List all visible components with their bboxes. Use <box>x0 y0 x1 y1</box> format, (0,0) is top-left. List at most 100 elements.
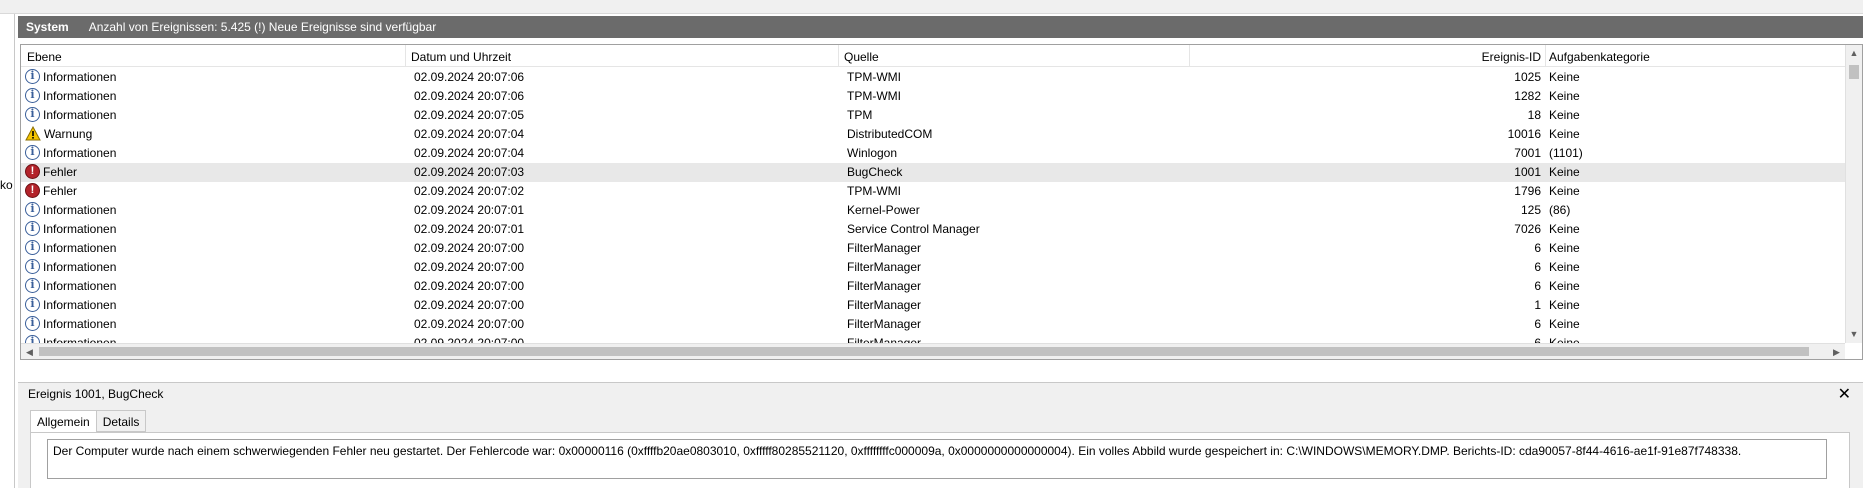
level-text: Informationen <box>43 145 117 160</box>
level-cell: ! Fehler <box>25 183 77 198</box>
level-text: Informationen <box>43 259 117 274</box>
tab-details[interactable]: Details <box>95 410 147 432</box>
table-row[interactable]: i Informationen 02.09.2024 20:07:00 FilterM… <box>21 315 1845 334</box>
category-cell: Keine <box>1549 260 1580 274</box>
date-cell: 02.09.2024 20:07:00 <box>414 279 525 293</box>
event-id-cell: 6 <box>1534 279 1541 293</box>
source-cell: BugCheck <box>847 165 903 179</box>
event-id-cell: 7001 <box>1514 146 1541 160</box>
scroll-down-icon[interactable]: ▼ <box>1846 326 1862 343</box>
event-detail-pane: Ereignis 1001, BugCheck ✕ Allgemein Deta… <box>18 382 1863 488</box>
level-text: Informationen <box>43 316 117 331</box>
level-text: Informationen <box>43 297 117 312</box>
level-cell: i Informationen <box>25 88 116 103</box>
table-row[interactable]: i Informationen 02.09.2024 20:07:00 FilterM… <box>21 296 1845 315</box>
info-icon: i <box>25 145 40 160</box>
category-cell: Keine <box>1549 317 1580 331</box>
category-cell: Keine <box>1549 241 1580 255</box>
event-id-cell: 7026 <box>1514 222 1541 236</box>
column-header-category[interactable]: Aufgabenkategorie <box>1549 50 1650 64</box>
level-text: Fehler <box>43 164 78 179</box>
tab-allgemein[interactable]: Allgemein <box>30 410 97 433</box>
column-header-level[interactable]: Ebene <box>27 50 62 64</box>
source-cell: FilterManager <box>847 298 922 312</box>
date-cell: 02.09.2024 20:07:06 <box>414 70 525 84</box>
level-text: Informationen <box>43 278 117 293</box>
level-cell: i Informationen <box>25 202 116 217</box>
table-row[interactable]: i Informationen 02.09.2024 20:07:05 TPM 18 Ke… <box>21 106 1845 125</box>
source-cell: FilterManager <box>847 279 922 293</box>
left-navigation-pane[interactable]: ko <box>0 14 15 488</box>
column-divider[interactable] <box>1545 45 1546 67</box>
scroll-left-icon[interactable]: ◀ <box>21 344 38 359</box>
level-text: Fehler <box>43 183 78 198</box>
column-header-event-id[interactable]: Ereignis-ID <box>1331 50 1541 64</box>
table-row[interactable]: i Informationen 02.09.2024 20:07:00 FilterM… <box>21 277 1845 296</box>
date-cell: 02.09.2024 20:07:04 <box>414 146 525 160</box>
table-row[interactable]: Warnung 02.09.2024 20:07:04 DistributedCOM… <box>21 125 1845 144</box>
log-header-bar: System Anzahl von Ereignissen: 5.425 (!)… <box>18 16 1863 38</box>
event-id-cell: 1796 <box>1514 184 1541 198</box>
date-cell: 02.09.2024 20:07:02 <box>414 184 525 198</box>
table-row[interactable]: ! Fehler 02.09.2024 20:07:02 TPM-WMI 1796 Kei… <box>21 182 1845 201</box>
error-icon: ! <box>25 164 40 179</box>
category-cell: Keine <box>1549 298 1580 312</box>
column-divider[interactable] <box>838 45 839 67</box>
source-cell: DistributedCOM <box>847 127 933 141</box>
table-row[interactable]: i Informationen 02.09.2024 20:07:06 TPM-WMI… <box>21 87 1845 106</box>
event-id-cell: 125 <box>1520 203 1541 217</box>
source-cell: FilterManager <box>847 241 922 255</box>
category-cell: (1101) <box>1549 146 1583 160</box>
source-cell: Winlogon <box>847 146 898 160</box>
category-cell: Keine <box>1549 279 1580 293</box>
date-cell: 02.09.2024 20:07:06 <box>414 89 525 103</box>
level-text: Informationen <box>43 202 117 217</box>
horizontal-scrollbar[interactable]: ◀ ▶ <box>21 343 1845 359</box>
level-text: Warnung <box>44 126 93 141</box>
level-cell: i Informationen <box>25 69 116 84</box>
level-cell: i Informationen <box>25 259 116 274</box>
detail-tabs: Allgemein Details <box>30 410 147 433</box>
column-header-date[interactable]: Datum und Uhrzeit <box>411 50 511 64</box>
event-message-text[interactable]: Der Computer wurde nach einem schwerwieg… <box>47 439 1827 479</box>
table-row[interactable]: i Informationen 02.09.2024 20:07:00 FilterM… <box>21 258 1845 277</box>
column-divider[interactable] <box>1189 45 1190 67</box>
vertical-scroll-thumb[interactable] <box>1849 65 1859 79</box>
info-icon: i <box>25 278 40 293</box>
event-rows: i Informationen 02.09.2024 20:07:06 TPM-WMI… <box>21 68 1845 345</box>
error-icon: ! <box>25 183 40 198</box>
event-id-cell: 1 <box>1534 298 1541 312</box>
category-cell: Keine <box>1549 222 1580 236</box>
column-header-source[interactable]: Quelle <box>844 50 879 64</box>
event-list[interactable]: Ebene Datum und Uhrzeit Quelle Ereignis-… <box>20 44 1863 360</box>
table-row[interactable]: i Informationen 02.09.2024 20:07:01 Kernel-… <box>21 201 1845 220</box>
source-cell: Kernel-Power <box>847 203 920 217</box>
date-cell: 02.09.2024 20:07:00 <box>414 317 525 331</box>
category-cell: Keine <box>1549 184 1580 198</box>
close-icon[interactable]: ✕ <box>1838 384 1851 404</box>
column-header-row: Ebene Datum und Uhrzeit Quelle Ereignis-… <box>21 45 1845 67</box>
event-id-cell: 10016 <box>1507 127 1541 141</box>
log-title: System <box>26 20 69 34</box>
table-row[interactable]: i Informationen 02.09.2024 20:07:04 Winlogo… <box>21 144 1845 163</box>
horizontal-scroll-thumb[interactable] <box>39 347 1809 356</box>
scroll-right-icon[interactable]: ▶ <box>1828 344 1845 359</box>
level-text: Informationen <box>43 221 117 236</box>
source-cell: TPM-WMI <box>847 89 901 103</box>
level-text: Informationen <box>43 107 117 122</box>
vertical-scrollbar[interactable]: ▲ ▼ <box>1845 45 1862 343</box>
date-cell: 02.09.2024 20:07:00 <box>414 298 525 312</box>
date-cell: 02.09.2024 20:07:01 <box>414 203 525 217</box>
table-row[interactable]: ! Fehler 02.09.2024 20:07:03 BugCheck 1001 Ke… <box>21 163 1845 182</box>
table-row[interactable]: i Informationen 02.09.2024 20:07:01 Service… <box>21 220 1845 239</box>
info-icon: i <box>25 297 40 312</box>
date-cell: 02.09.2024 20:07:03 <box>414 165 525 179</box>
event-id-cell: 1282 <box>1514 89 1541 103</box>
column-divider[interactable] <box>405 45 406 67</box>
event-id-cell: 6 <box>1534 317 1541 331</box>
scroll-up-icon[interactable]: ▲ <box>1846 45 1862 62</box>
level-cell: i Informationen <box>25 297 116 312</box>
table-row[interactable]: i Informationen 02.09.2024 20:07:06 TPM-WMI… <box>21 68 1845 87</box>
date-cell: 02.09.2024 20:07:00 <box>414 260 525 274</box>
table-row[interactable]: i Informationen 02.09.2024 20:07:00 FilterM… <box>21 239 1845 258</box>
